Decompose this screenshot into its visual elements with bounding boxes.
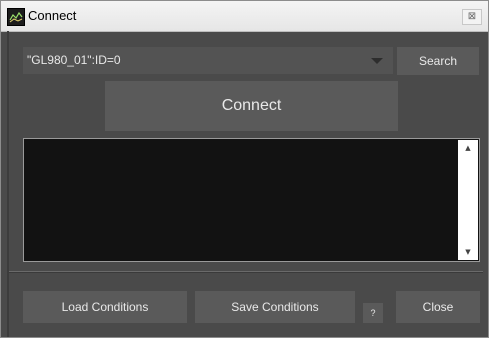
save-conditions-button[interactable]: Save Conditions	[195, 291, 355, 323]
help-button[interactable]: ?	[363, 303, 383, 323]
chevron-down-icon[interactable]	[371, 58, 383, 64]
divider-shadow	[9, 272, 483, 273]
scroll-up-icon[interactable]: ▲	[458, 140, 478, 156]
window-close-icon[interactable]: ⊠	[462, 9, 482, 25]
load-conditions-button[interactable]: Load Conditions	[23, 291, 187, 323]
device-select-value: "GL980_01":ID=0	[27, 53, 121, 67]
scroll-down-icon[interactable]: ▼	[458, 244, 478, 260]
app-icon	[7, 8, 25, 26]
window-title: Connect	[28, 8, 77, 23]
log-scrollbar[interactable]: ▲ ▼	[458, 140, 478, 260]
connect-window: Connect ⊠ "GL980_01":ID=0 Search Connect…	[0, 0, 489, 338]
title-bar[interactable]: Connect ⊠	[1, 1, 488, 32]
search-button[interactable]: Search	[397, 47, 479, 75]
device-select[interactable]: "GL980_01":ID=0	[23, 47, 393, 74]
left-frame-edge	[7, 31, 9, 337]
connect-button[interactable]: Connect	[105, 81, 398, 131]
close-button[interactable]: Close	[396, 291, 480, 323]
log-output[interactable]: ▲ ▼	[23, 138, 480, 262]
